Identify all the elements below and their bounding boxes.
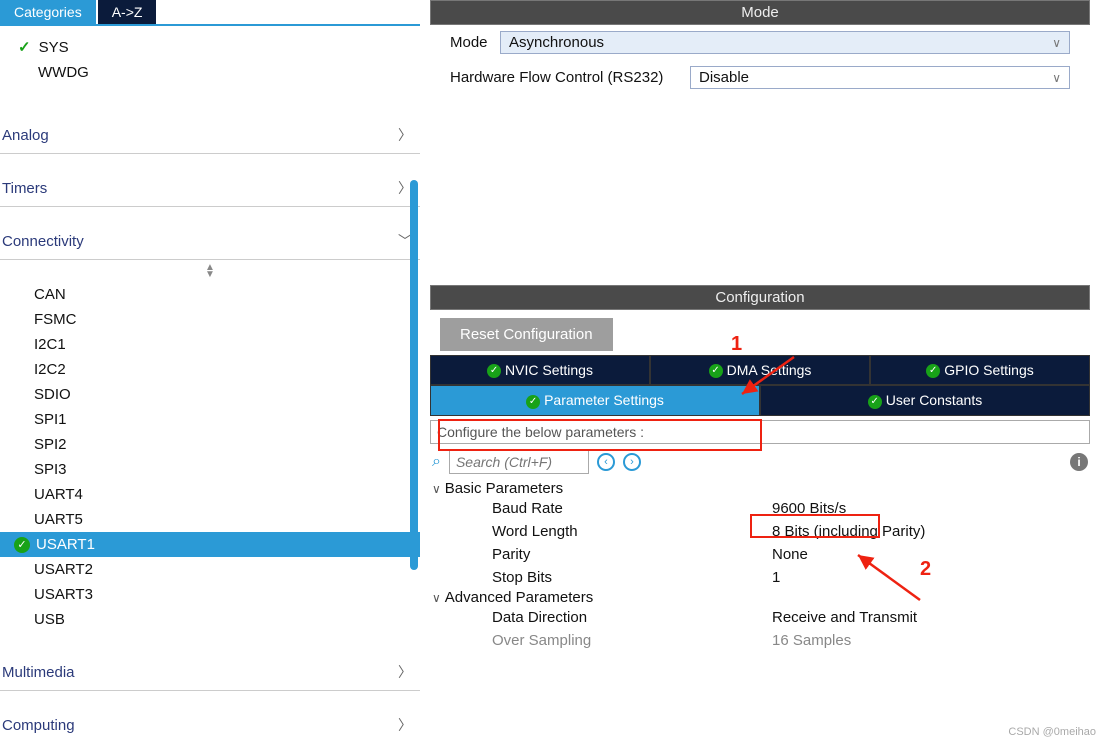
section-label: Timers [2,180,47,197]
tree-item-label: USB [34,611,65,628]
scrollbar[interactable] [410,180,418,570]
tree-item-label: FSMC [34,311,77,328]
tree-item-fsmc[interactable]: FSMC [0,307,420,332]
tree-item-uart4[interactable]: UART4 [0,482,420,507]
watermark: CSDN @0meihao [1008,726,1096,738]
check-icon: ✓ [14,537,30,553]
chevron-right-icon: 〉 [398,715,412,735]
check-icon: ✓ [526,395,540,409]
word-length-value[interactable]: 8 Bits (including Parity) [772,523,925,540]
hwfc-select[interactable]: Disable ∨ [690,66,1070,89]
tree-item-i2c1[interactable]: I2C1 [0,332,420,357]
mode-header: Mode [430,0,1090,25]
next-button[interactable]: › [623,453,641,471]
configure-instruction: Configure the below parameters : [430,420,1090,444]
hwfc-value: Disable [699,69,749,86]
configuration-header: Configuration [430,285,1090,310]
expand-icon: ∨ [432,482,441,496]
tree-item-label: SYS [39,39,69,56]
tree-item-usart2[interactable]: USART2 [0,557,420,582]
tab-a-to-z[interactable]: A->Z [98,0,157,24]
section-analog[interactable]: Analog 〉 [0,115,420,154]
section-multimedia[interactable]: Multimedia 〉 [0,652,420,691]
chevron-down-icon: ∨ [1052,71,1061,85]
reset-configuration-button[interactable]: Reset Configuration [440,318,613,351]
chevron-down-icon: ∨ [1052,36,1061,50]
tab-dma-settings[interactable]: ✓DMA Settings [650,355,870,385]
tree-item-label: SDIO [34,386,71,403]
check-icon: ✓ [487,364,501,378]
tree-item-label: I2C1 [34,336,66,353]
tree-item-label: SPI3 [34,461,67,478]
search-icon[interactable]: ⌕ [432,453,441,471]
check-icon: ✓ [868,395,882,409]
info-icon[interactable]: i [1070,453,1088,471]
chevron-right-icon: 〉 [398,125,412,145]
section-connectivity[interactable]: Connectivity ﹀ [0,221,420,260]
chevron-right-icon: 〉 [398,662,412,682]
tab-categories[interactable]: Categories [0,0,96,24]
group-basic-parameters[interactable]: ∨Basic Parameters [432,480,1088,497]
stop-bits-label: Stop Bits [492,569,772,586]
mode-label: Mode [450,34,500,51]
tree-item-label: I2C2 [34,361,66,378]
tree-item[interactable]: WWDG [0,60,420,85]
tree-item-sdio[interactable]: SDIO [0,382,420,407]
search-input[interactable] [449,450,589,474]
tree-item-spi1[interactable]: SPI1 [0,407,420,432]
tree-item-i2c2[interactable]: I2C2 [0,357,420,382]
tree-item-can[interactable]: CAN [0,282,420,307]
group-advanced-parameters[interactable]: ∨Advanced Parameters [432,589,1088,606]
tree-item-label: UART5 [34,511,83,528]
parity-label: Parity [492,546,772,563]
tree-item-label: SPI2 [34,436,67,453]
tree-item-label: CAN [34,286,66,303]
tree-item-label: USART2 [34,561,93,578]
mode-value: Asynchronous [509,34,604,51]
tab-gpio-settings[interactable]: ✓GPIO Settings [870,355,1090,385]
tree-item-label: SPI1 [34,411,67,428]
data-direction-value[interactable]: Receive and Transmit [772,609,917,626]
tab-underline [0,24,420,26]
over-sampling-value: 16 Samples [772,632,851,649]
mode-select[interactable]: Asynchronous ∨ [500,31,1070,54]
sort-handle-icon[interactable]: ▲▼ [0,260,420,282]
check-icon: ✓ [709,364,723,378]
prev-button[interactable]: ‹ [597,453,615,471]
tree-item-label: USART3 [34,586,93,603]
tab-user-constants[interactable]: ✓User Constants [760,385,1090,415]
tree-item-uart5[interactable]: UART5 [0,507,420,532]
tree-item-label: UART4 [34,486,83,503]
hwfc-label: Hardware Flow Control (RS232) [450,69,690,86]
check-icon: ✓ [926,364,940,378]
tree-item-usart3[interactable]: USART3 [0,582,420,607]
tree-item-label: WWDG [38,64,89,81]
stop-bits-value[interactable]: 1 [772,569,780,586]
baud-rate-value[interactable]: 9600 Bits/s [772,500,846,517]
word-length-label: Word Length [492,523,772,540]
tree-item[interactable]: ✓ SYS [0,34,420,60]
tab-nvic-settings[interactable]: ✓NVIC Settings [430,355,650,385]
tree-item-spi3[interactable]: SPI3 [0,457,420,482]
baud-rate-label: Baud Rate [492,500,772,517]
data-direction-label: Data Direction [492,609,772,626]
over-sampling-label: Over Sampling [492,632,772,649]
tab-parameter-settings[interactable]: ✓Parameter Settings [430,385,760,415]
section-label: Computing [2,717,75,734]
tree-item-usb[interactable]: USB [0,607,420,632]
section-computing[interactable]: Computing 〉 [0,705,420,743]
tree-item-usart1[interactable]: ✓ USART1 [0,532,420,557]
parity-value[interactable]: None [772,546,808,563]
tree-item-spi2[interactable]: SPI2 [0,432,420,457]
section-label: Multimedia [2,664,75,681]
tree-item-label: USART1 [36,536,95,553]
section-timers[interactable]: Timers 〉 [0,168,420,207]
expand-icon: ∨ [432,591,441,605]
section-label: Analog [2,127,49,144]
section-label: Connectivity [2,233,84,250]
check-icon: ✓ [18,38,31,56]
